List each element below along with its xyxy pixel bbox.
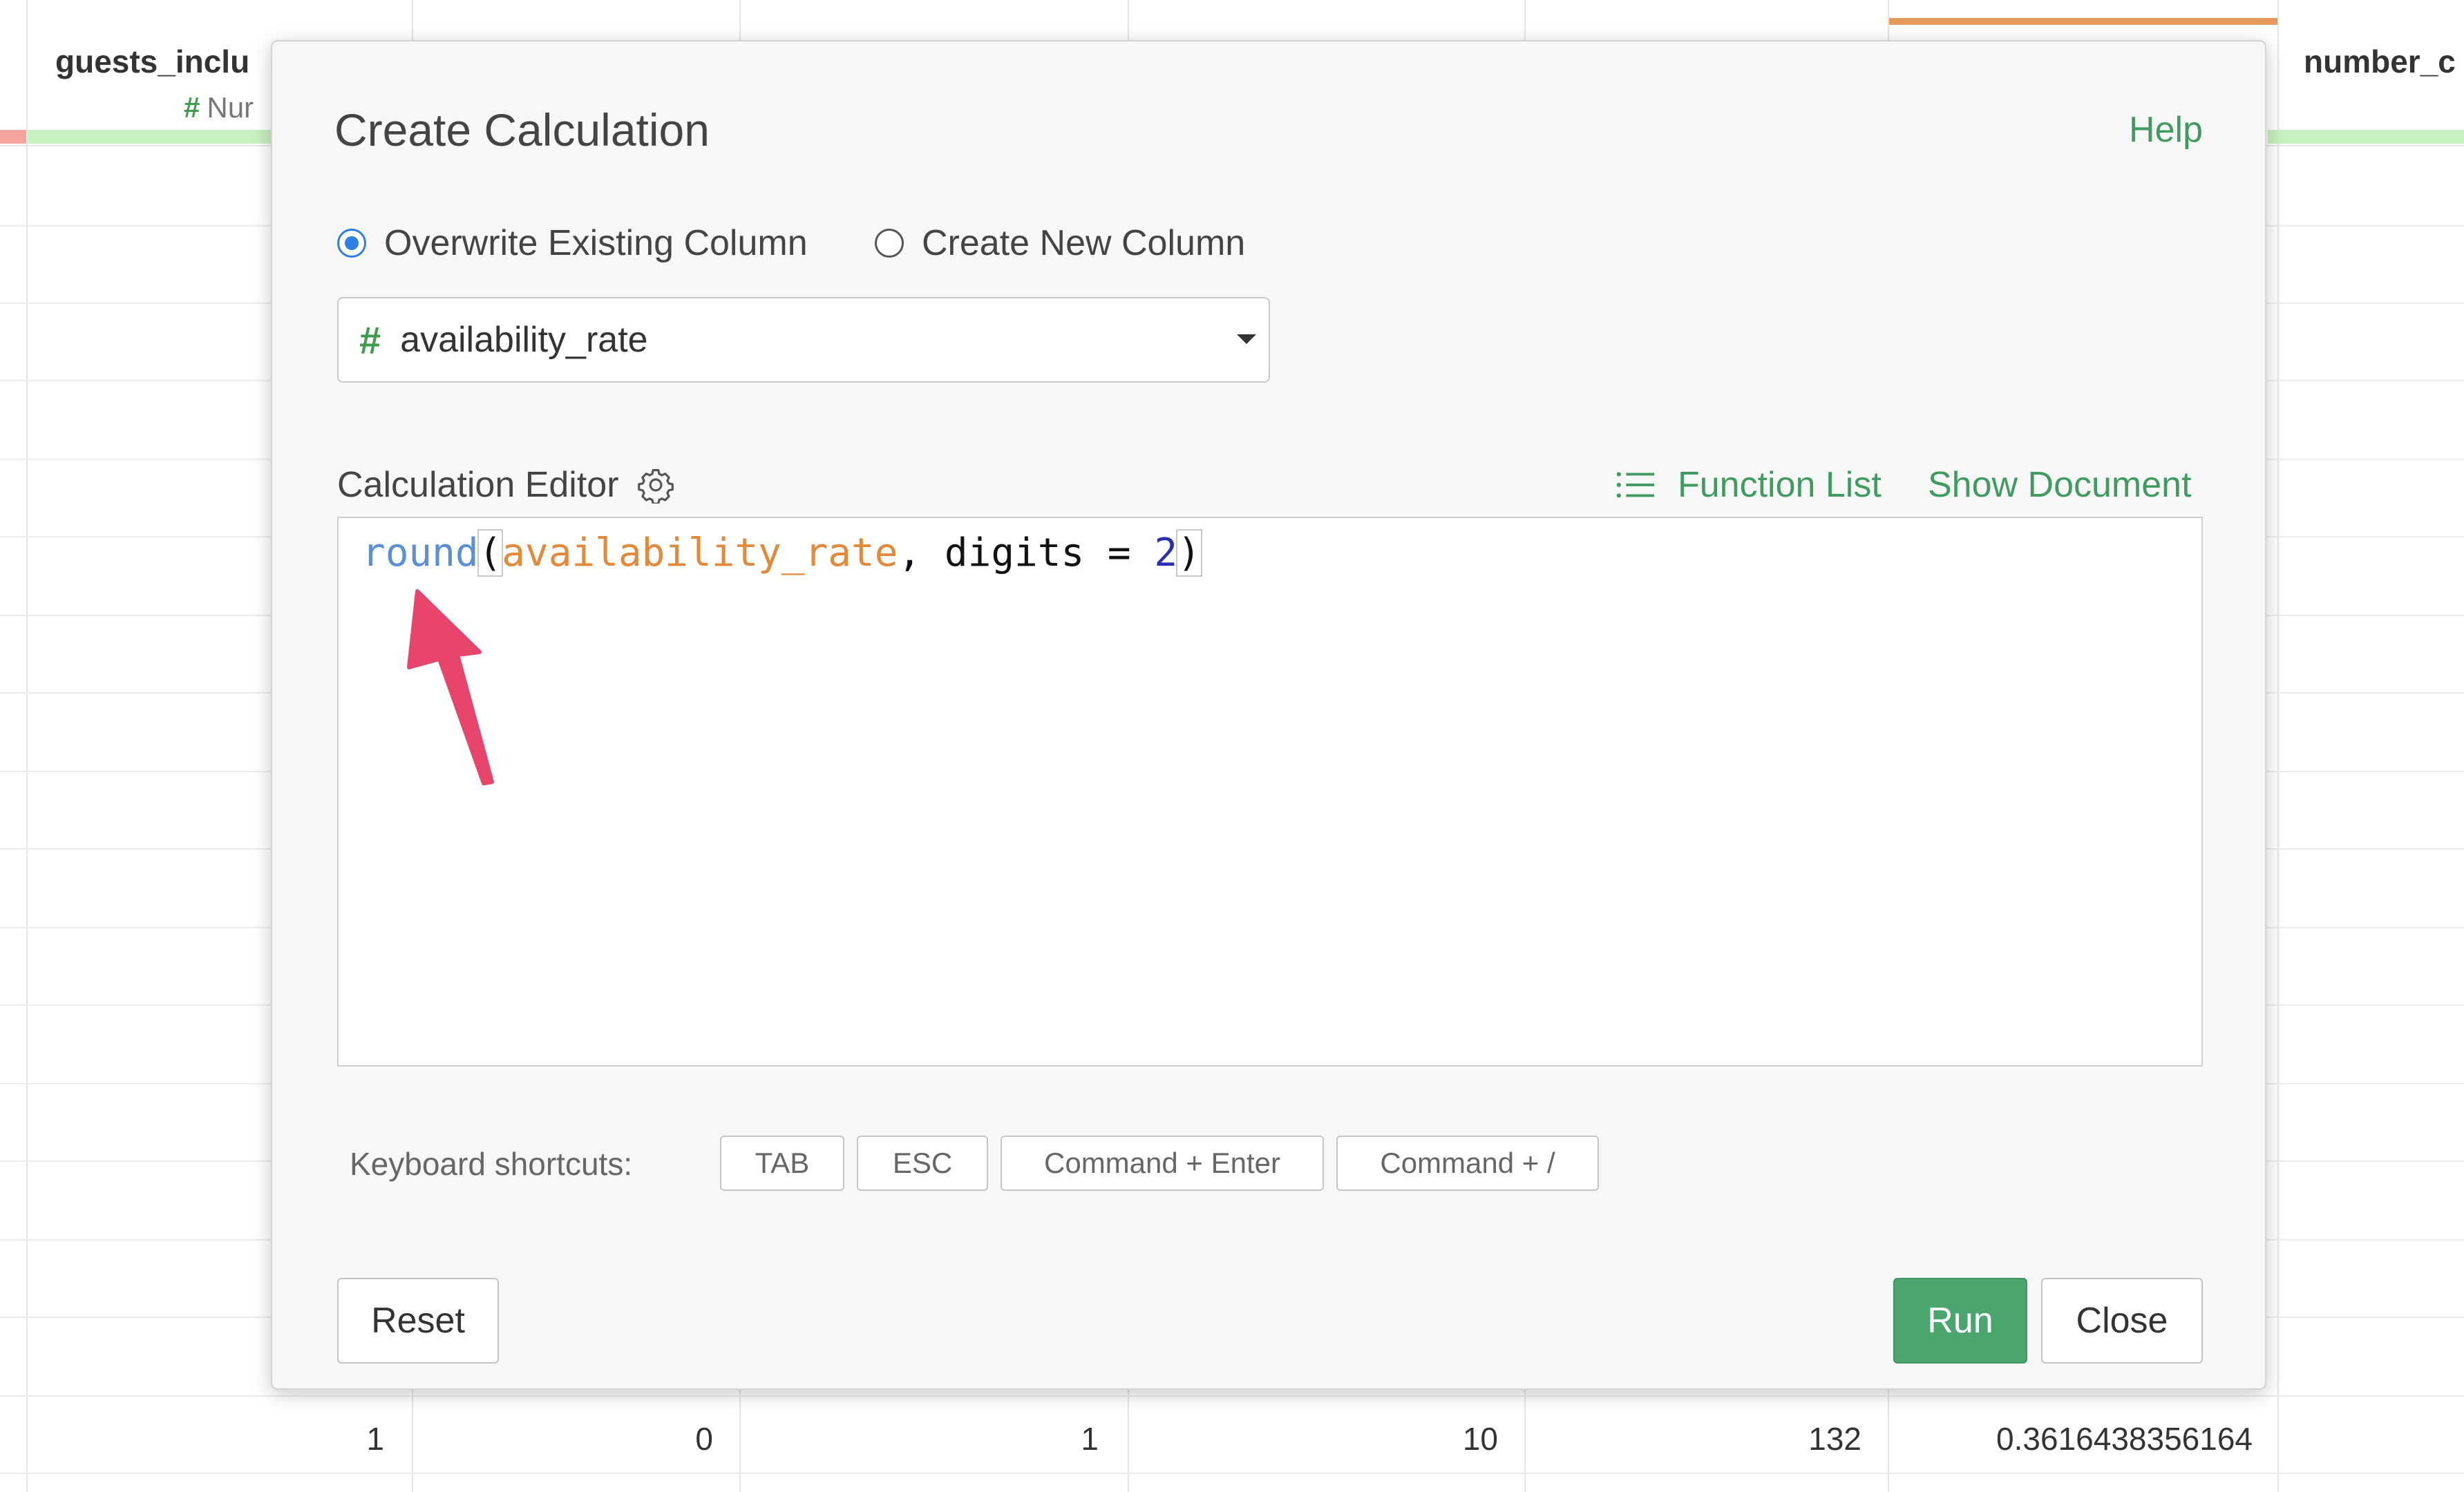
code-paren: ) [1176,529,1202,577]
function-list-text: Function List [1678,465,1882,505]
code-column: availability_rate [502,530,898,575]
code-args: , digits = [898,530,1155,575]
radio-overwrite-existing[interactable]: Overwrite Existing Column [337,222,808,264]
radio-label: Overwrite Existing Column [384,223,808,263]
column-type-text: Nur [207,91,254,124]
dialog-title: Create Calculation [334,104,710,155]
cell[interactable]: 10 [1382,1420,1498,1457]
row-divider [0,1473,2464,1474]
column-select-dropdown[interactable]: # availability_rate [337,297,1270,383]
hash-icon: # [359,318,381,362]
calculation-editor[interactable]: round(availability_rate, digits = 2) [337,517,2203,1067]
code-line[interactable]: round(availability_rate, digits = 2) [362,529,1202,577]
show-document-link[interactable]: Show Document [1928,464,2192,506]
selected-column-value: availability_rate [400,320,648,360]
selected-column-indicator [1889,18,2277,25]
shortcut-command-enter: Command + Enter [1001,1136,1324,1191]
dropdown-caret-icon[interactable] [1237,334,1256,344]
cell[interactable]: 132 [1727,1420,1861,1457]
gear-icon[interactable] [637,466,674,504]
code-number: 2 [1154,530,1178,575]
quality-bar [2268,130,2464,144]
code-paren: ( [477,529,504,577]
cell[interactable]: 0.3616438356164 [1907,1420,2253,1457]
radio-create-new[interactable]: Create New Column [875,222,1245,264]
close-button[interactable]: Close [2041,1278,2203,1364]
column-header-guests[interactable]: guests_inclu [55,43,249,80]
keyboard-shortcuts-label: Keyboard shortcuts: [350,1146,633,1182]
list-icon [1616,472,1655,498]
quality-bar [0,130,26,144]
reset-button[interactable]: Reset [337,1278,499,1364]
run-button[interactable]: Run [1893,1278,2027,1364]
calculation-editor-label: Calculation Editor [337,464,674,506]
help-link[interactable]: Help [2129,109,2203,151]
column-divider [26,0,28,1492]
cell[interactable]: 1 [1002,1420,1099,1457]
radio-label: Create New Column [922,223,1246,263]
create-calculation-dialog: Create Calculation Help Overwrite Existi… [271,40,2266,1390]
hash-icon: # [184,91,200,124]
shortcut-tab: TAB [720,1136,844,1191]
radio-selected-icon[interactable] [337,229,366,258]
cell[interactable]: 0 [608,1420,713,1457]
column-divider [2277,0,2279,1492]
row-divider [0,1395,2464,1397]
radio-unselected-icon[interactable] [875,229,904,258]
column-type-label: # Nur [184,91,254,124]
shortcut-command-slash: Command + / [1336,1136,1599,1191]
column-header-number[interactable]: number_c [2304,43,2456,80]
code-function: round [362,530,479,575]
quality-bar [28,130,276,144]
shortcut-esc: ESC [857,1136,988,1191]
cell[interactable]: 1 [304,1420,384,1457]
editor-label-text: Calculation Editor [337,465,619,505]
function-list-link[interactable]: Function List [1615,464,1882,506]
